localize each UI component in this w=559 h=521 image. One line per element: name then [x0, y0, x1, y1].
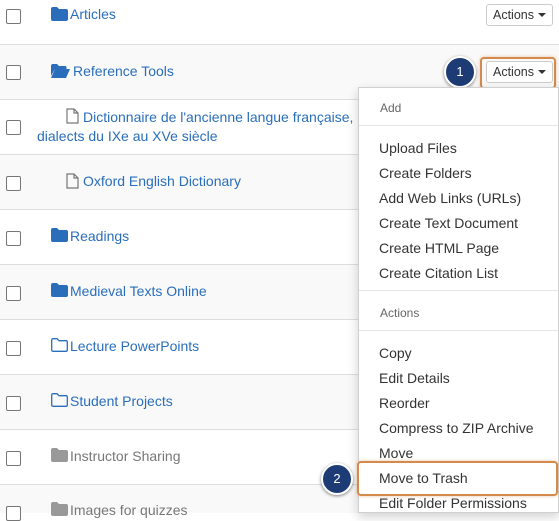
step-badge-1: 1	[444, 56, 476, 88]
row-checkbox[interactable]	[6, 231, 21, 246]
menu-item-upload-files[interactable]: Upload Files	[379, 140, 457, 156]
folder-outline-icon	[51, 338, 68, 352]
folder-icon	[51, 448, 68, 462]
folder-icon	[51, 502, 68, 516]
row-checkbox[interactable]	[6, 506, 21, 521]
file-link-dictionnaire-line2[interactable]: dialects du IXe au XVe siècle	[37, 128, 218, 144]
row-checkbox[interactable]	[6, 396, 21, 411]
row-checkbox[interactable]	[6, 286, 21, 301]
menu-item-create-citation-list[interactable]: Create Citation List	[379, 265, 498, 281]
menu-divider	[359, 330, 558, 331]
menu-item-compress-zip[interactable]: Compress to ZIP Archive	[379, 420, 534, 436]
folder-link-student-projects[interactable]: Student Projects	[70, 393, 173, 409]
folder-link-reference-tools[interactable]: Reference Tools	[73, 63, 174, 79]
folder-link-readings[interactable]: Readings	[70, 228, 129, 244]
folder-link-instructor-sharing[interactable]: Instructor Sharing	[70, 448, 181, 464]
menu-item-create-html-page[interactable]: Create HTML Page	[379, 240, 499, 256]
file-icon	[66, 108, 79, 124]
row-checkbox[interactable]	[6, 176, 21, 191]
folder-open-icon	[51, 64, 70, 78]
caret-down-icon	[538, 13, 546, 17]
menu-item-reorder[interactable]: Reorder	[379, 395, 430, 411]
menu-item-copy[interactable]: Copy	[379, 345, 412, 361]
row-checkbox[interactable]	[6, 120, 21, 135]
folder-icon	[51, 228, 68, 242]
step-badge-2: 2	[321, 463, 353, 495]
file-link-oxford-english-dictionary[interactable]: Oxford English Dictionary	[83, 173, 241, 189]
folder-link-articles[interactable]: Articles	[70, 6, 116, 22]
actions-button[interactable]: Actions	[486, 4, 553, 26]
menu-divider	[359, 290, 558, 291]
menu-item-add-web-links[interactable]: Add Web Links (URLs)	[379, 190, 521, 206]
file-link-dictionnaire-line1[interactable]: Dictionnaire de l'ancienne langue frança…	[83, 109, 353, 125]
menu-item-edit-folder-permissions[interactable]: Edit Folder Permissions	[379, 495, 527, 511]
row-checkbox[interactable]	[6, 9, 21, 24]
menu-item-create-text-document[interactable]: Create Text Document	[379, 215, 518, 231]
folder-icon	[51, 7, 68, 21]
menu-item-edit-details[interactable]: Edit Details	[379, 370, 450, 386]
menu-divider	[359, 125, 558, 126]
row-checkbox[interactable]	[6, 341, 21, 356]
actions-dropdown-menu: Add Upload Files Create Folders Add Web …	[358, 87, 559, 513]
row-checkbox[interactable]	[6, 451, 21, 466]
file-icon	[66, 173, 79, 189]
folder-outline-icon	[51, 393, 68, 407]
move-to-trash-highlight	[357, 461, 558, 496]
folder-icon	[51, 283, 68, 297]
menu-header-add: Add	[380, 101, 402, 115]
row-checkbox[interactable]	[6, 65, 21, 80]
folder-link-images-for-quizzes[interactable]: Images for quizzes	[70, 502, 188, 518]
folder-link-medieval-texts-online[interactable]: Medieval Texts Online	[70, 283, 207, 299]
actions-button-label: Actions	[493, 8, 534, 22]
folder-link-lecture-powerpoints[interactable]: Lecture PowerPoints	[70, 338, 199, 354]
actions-button-highlight	[480, 57, 556, 89]
table-row: Articles Actions	[0, 0, 559, 44]
menu-item-move[interactable]: Move	[379, 445, 413, 461]
menu-item-create-folders[interactable]: Create Folders	[379, 165, 472, 181]
menu-header-actions: Actions	[380, 306, 420, 320]
